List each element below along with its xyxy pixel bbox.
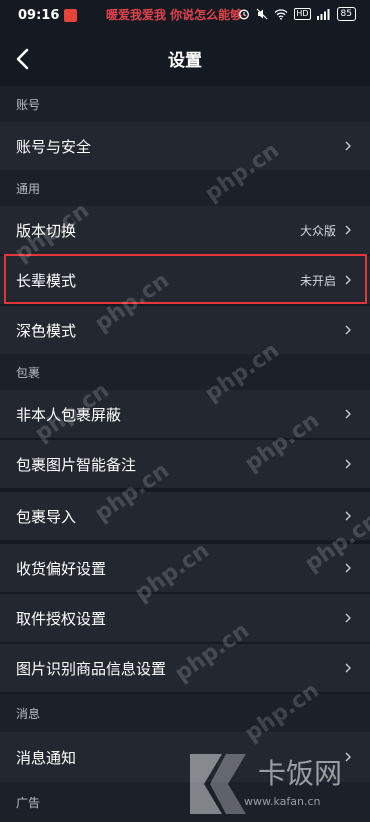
app-notification-icon [64,9,77,22]
chevron-right-icon [345,409,351,419]
chevron-right-icon [345,563,351,573]
section-header-account: 账号 [0,86,370,122]
chevron-right-icon [345,141,351,151]
chevron-right-icon [345,752,351,762]
nav-bar: 设置 [0,32,370,86]
row-label: 版本切换 [16,221,77,240]
status-icons: HD 85 [238,7,356,21]
row-label: 取件授权设置 [16,609,107,628]
battery-indicator: 85 [336,7,356,21]
row-label: 包裹导入 [16,507,77,526]
settings-screen: 09:16 暖爱我爱我 你说怎么能够 HD 85 设置 账号 账号与安全 通用 … [0,0,370,822]
row-label: 图片识别商品信息设置 [16,659,167,678]
row-elder-mode[interactable]: 长辈模式 未开启 [0,256,370,304]
row-version-switch[interactable]: 版本切换 大众版 [0,206,370,254]
row-label: 账号与安全 [16,137,92,156]
row-label: 收货偏好设置 [16,559,107,578]
row-image-recognition[interactable]: 图片识别商品信息设置 [0,644,370,692]
chevron-right-icon [345,225,351,235]
row-label: 深色模式 [16,321,77,340]
row-block-others-packages[interactable]: 非本人包裹屏蔽 [0,390,370,438]
row-account-security[interactable]: 账号与安全 [0,122,370,170]
status-bar: 09:16 暖爱我爱我 你说怎么能够 HD 85 [0,0,370,32]
chevron-right-icon [345,663,351,673]
signal-icon [316,9,330,20]
status-message: 暖爱我爱我 你说怎么能够 [106,8,243,22]
brand-name: 卡饭网 [258,757,343,790]
brand-url: www.kafan.cn [244,795,321,808]
section-header-general: 通用 [0,170,370,206]
row-package-import[interactable]: 包裹导入 [0,492,370,540]
row-pickup-authorization[interactable]: 取件授权设置 [0,594,370,642]
section-header-package: 包裹 [0,354,370,390]
row-value: 大众版 [299,223,336,238]
alarm-icon [239,9,250,20]
row-dark-mode[interactable]: 深色模式 [0,306,370,354]
page-title: 设置 [168,51,202,71]
mute-icon [256,8,268,20]
chevron-right-icon [345,275,351,285]
chevron-right-icon [345,325,351,335]
chevron-right-icon [345,459,351,469]
wifi-icon [274,9,288,20]
row-value: 未开启 [299,273,336,288]
hd-badge: HD [294,8,311,20]
row-delivery-preferences[interactable]: 收货偏好设置 [0,544,370,592]
chevron-right-icon [345,511,351,521]
section-header-messages: 消息 [0,694,370,732]
chevron-right-icon [345,613,351,623]
row-label: 非本人包裹屏蔽 [16,405,122,424]
row-label: 包裹图片智能备注 [16,455,137,474]
row-label: 长辈模式 [16,271,77,290]
status-time: 09:16 [18,8,60,23]
row-package-photo-notes[interactable]: 包裹图片智能备注 [0,440,370,488]
